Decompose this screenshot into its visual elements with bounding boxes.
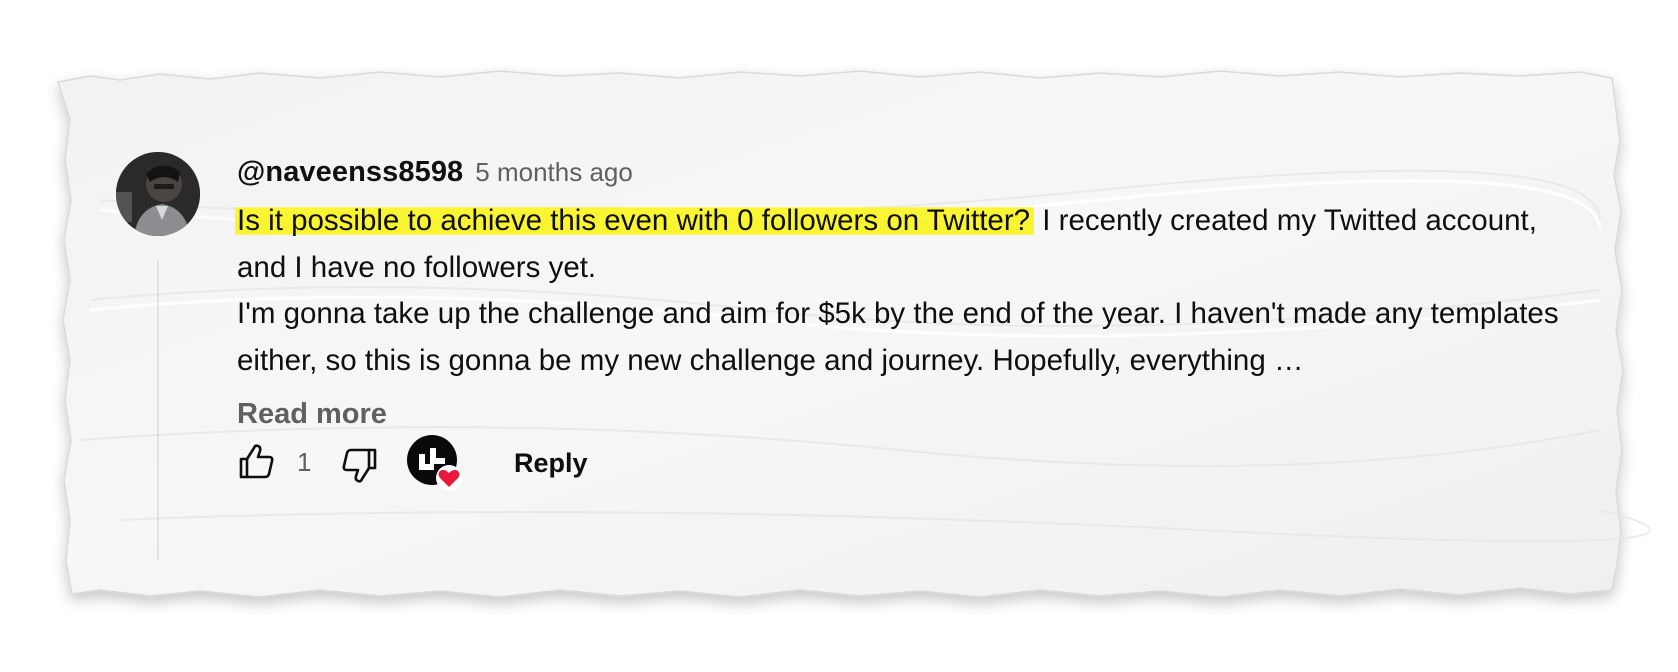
like-button[interactable]: [237, 442, 277, 482]
creator-heart-badge: [406, 434, 466, 494]
like-count: 1: [297, 447, 312, 477]
read-more-button[interactable]: Read more: [237, 392, 387, 436]
highlighted-question: Is it possible to achieve this even with…: [235, 204, 1035, 237]
screenshot-canvas: @naveenss8598 5 months ago Is it possibl…: [0, 0, 1678, 672]
thumbs-up-icon: [239, 444, 274, 479]
truncation-ellipsis: …: [1265, 343, 1304, 377]
comment-timestamp[interactable]: 5 months ago: [475, 157, 633, 188]
comment-paragraph-1: Is it possible to achieve this even with…: [235, 198, 1567, 291]
comment-text-2: I'm gonna take up the challenge and aim …: [237, 297, 1559, 377]
author-handle[interactable]: @naveenss8598: [237, 156, 463, 189]
comment-actions: 1 Reply: [237, 432, 837, 492]
comment-content: @naveenss8598 5 months ago Is it possibl…: [235, 150, 1577, 491]
comment-paragraph-2: I'm gonna take up the challenge and aim …: [237, 291, 1567, 384]
comment-card: @naveenss8598 5 months ago Is it possibl…: [116, 150, 1577, 560]
comment-header: @naveenss8598 5 months ago: [237, 150, 1577, 194]
avatar[interactable]: [116, 152, 200, 236]
dislike-button[interactable]: [339, 445, 379, 485]
reply-button[interactable]: Reply: [514, 442, 588, 484]
creator-heart-icon: [407, 435, 462, 491]
thumbs-down-icon: [342, 448, 377, 483]
comment-body: Is it possible to achieve this even with…: [235, 198, 1567, 384]
avatar-photo: [116, 152, 200, 236]
thread-line: [157, 260, 159, 560]
